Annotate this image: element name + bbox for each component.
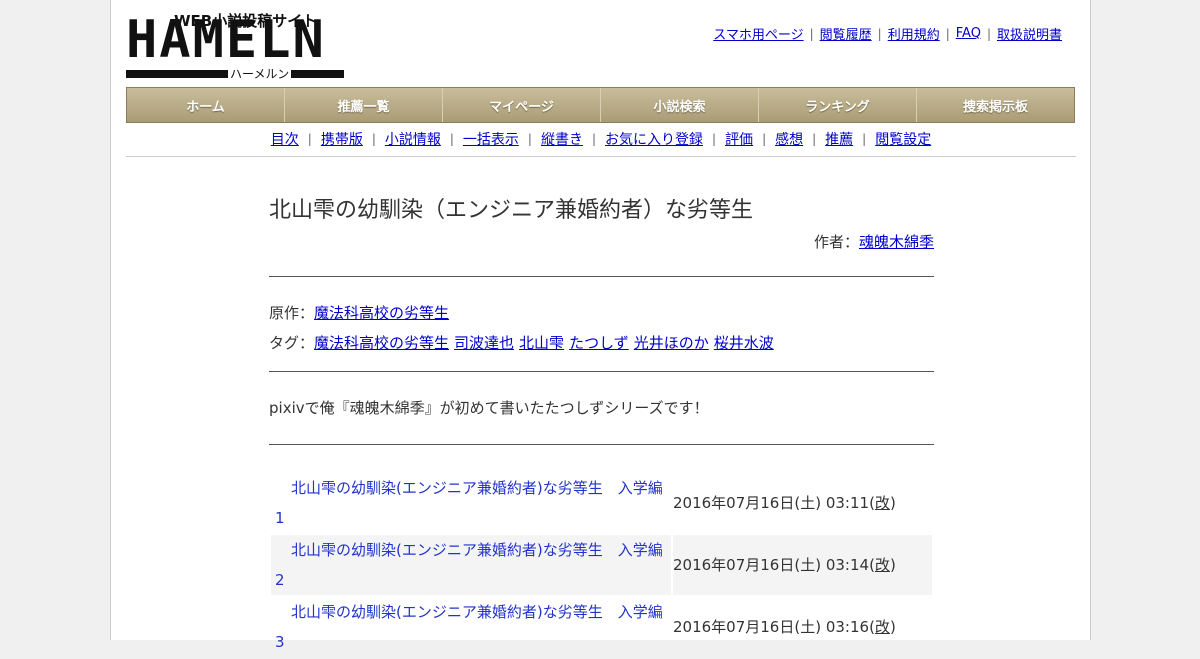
- subnav-vertical[interactable]: 縦書き: [541, 129, 583, 149]
- original-row: 原作：魔法科高校の劣等生: [269, 298, 934, 328]
- separator: |: [449, 132, 454, 146]
- terms-link[interactable]: 利用規約: [888, 24, 940, 43]
- menu-ranking[interactable]: ランキング: [759, 88, 917, 122]
- separator: |: [527, 132, 532, 146]
- episode-date: 2016年07月16日(土) 03:16: [673, 618, 870, 636]
- author-label: 作者：: [813, 233, 859, 251]
- episode-title-cell: 北山雫の幼馴染(エンジニア兼婚約者)な劣等生 入学編1: [271, 473, 671, 533]
- faq-link[interactable]: FAQ: [956, 26, 981, 41]
- separator: |: [877, 26, 882, 41]
- novel-meta: 原作：魔法科高校の劣等生 タグ：魔法科高校の劣等生 司波達也 北山雫 たつしず 光井ほの…: [269, 277, 934, 371]
- episode-date: 2016年07月16日(土) 03:11: [673, 494, 870, 512]
- episode-title-cell: 北山雫の幼馴染(エンジニア兼婚約者)な劣等生 入学編3: [271, 597, 671, 657]
- subnav-view-settings[interactable]: 閲覧設定: [875, 129, 931, 149]
- novel-subnav: 目次 | 携帯版 | 小説情報 | 一括表示 | 縦書き | お気に入り登録 |…: [126, 130, 1076, 148]
- subnav-novel-info[interactable]: 小説情報: [385, 129, 441, 149]
- separator: |: [712, 132, 717, 146]
- subnav-toc[interactable]: 目次: [271, 129, 299, 149]
- subnav-rating[interactable]: 評価: [725, 129, 753, 149]
- subnav-reviews[interactable]: 感想: [775, 129, 803, 149]
- revision-link[interactable]: 改: [875, 494, 890, 512]
- subnav-mobile[interactable]: 携帯版: [321, 129, 363, 149]
- novel-title: 北山雫の幼馴染（エンジニア兼婚約者）な劣等生: [269, 198, 754, 223]
- separator: |: [307, 132, 312, 146]
- menu-recommendations[interactable]: 推薦一覧: [285, 88, 443, 122]
- table-row: 北山雫の幼馴染(エンジニア兼婚約者)な劣等生 入学編1 2016年07月16日(…: [271, 473, 932, 533]
- site-logo[interactable]: WEB小説投稿サイト HAMELN ハーメルン: [126, 10, 348, 82]
- episode-date-cell: 2016年07月16日(土) 03:16(改): [673, 618, 896, 636]
- episode-link[interactable]: 北山雫の幼馴染(エンジニア兼婚約者)な劣等生 入学編2: [275, 541, 663, 589]
- subnav-favorite[interactable]: お気に入り登録: [605, 129, 703, 149]
- author-link[interactable]: 魂魄木綿季: [859, 233, 934, 251]
- separator: |: [371, 132, 376, 146]
- main-menu: ホーム 推薦一覧 マイページ 小説検索 ランキング 捜索掲示板: [126, 87, 1075, 123]
- logo-wordmark: HAMELN: [126, 10, 326, 70]
- episode-date: 2016年07月16日(土) 03:14: [673, 556, 870, 574]
- menu-novel-search[interactable]: 小説検索: [601, 88, 759, 122]
- episode-table: 北山雫の幼馴染(エンジニア兼婚約者)な劣等生 入学編1 2016年07月16日(…: [269, 471, 934, 659]
- divider: [126, 156, 1076, 157]
- separator: |: [809, 26, 814, 41]
- tag-link[interactable]: 桜井水波: [714, 334, 774, 352]
- tags-row: タグ：魔法科高校の劣等生 司波達也 北山雫 たつしず 光井ほのか 桜井水波: [269, 328, 934, 358]
- manual-link[interactable]: 取扱説明書: [997, 24, 1062, 43]
- episode-date-cell: 2016年07月16日(土) 03:11(改): [673, 494, 896, 512]
- separator: |: [591, 132, 597, 146]
- logo-kana: ハーメルン: [228, 65, 292, 82]
- separator: |: [986, 26, 991, 41]
- menu-home[interactable]: ホーム: [127, 88, 285, 122]
- table-row: 北山雫の幼馴染(エンジニア兼婚約者)な劣等生 入学編3 2016年07月16日(…: [271, 597, 932, 657]
- tags-label: タグ：: [269, 334, 315, 352]
- page-container: WEB小説投稿サイト HAMELN ハーメルン スマホ用ページ | 閲覧履歴 |…: [110, 0, 1091, 651]
- episode-date-cell: 2016年07月16日(土) 03:14(改): [673, 535, 932, 595]
- separator: |: [762, 132, 767, 146]
- separator: |: [945, 26, 950, 41]
- revision-link[interactable]: 改: [875, 618, 890, 636]
- episode-link[interactable]: 北山雫の幼馴染(エンジニア兼婚約者)な劣等生 入学編1: [275, 479, 663, 527]
- original-link[interactable]: 魔法科高校の劣等生: [314, 304, 449, 322]
- menu-mypage[interactable]: マイページ: [443, 88, 601, 122]
- novel-summary: pixivで俺『魂魄木綿季』が初めて書いたたつしずシリーズです！: [269, 399, 709, 417]
- header-links: スマホ用ページ | 閲覧履歴 | 利用規約 | FAQ | 取扱説明書: [713, 24, 1062, 43]
- novel-main: 北山雫の幼馴染（エンジニア兼婚約者）な劣等生 作者：魂魄木綿季 原作：魔法科高校…: [269, 190, 934, 659]
- original-label: 原作：: [269, 304, 315, 322]
- subnav-recommend[interactable]: 推薦: [825, 129, 853, 149]
- tag-link[interactable]: たつしず: [569, 334, 629, 352]
- episode-title-cell: 北山雫の幼馴染(エンジニア兼婚約者)な劣等生 入学編2: [271, 535, 671, 595]
- tag-link[interactable]: 光井ほのか: [634, 334, 709, 352]
- episode-link[interactable]: 北山雫の幼馴染(エンジニア兼婚約者)な劣等生 入学編3: [275, 603, 663, 651]
- subnav-show-all[interactable]: 一括表示: [463, 129, 519, 149]
- revision-link[interactable]: 改: [875, 556, 890, 574]
- tag-link[interactable]: 司波達也: [454, 334, 514, 352]
- history-link[interactable]: 閲覧履歴: [820, 24, 872, 43]
- smartphone-page-link[interactable]: スマホ用ページ: [713, 24, 803, 43]
- tag-link[interactable]: 北山雫: [519, 334, 564, 352]
- separator: |: [862, 132, 867, 146]
- separator: |: [812, 132, 817, 146]
- table-row: 北山雫の幼馴染(エンジニア兼婚約者)な劣等生 入学編2 2016年07月16日(…: [271, 535, 932, 595]
- menu-search-board[interactable]: 捜索掲示板: [917, 88, 1074, 122]
- author-row: 作者：魂魄木綿季: [269, 232, 934, 252]
- tag-link[interactable]: 魔法科高校の劣等生: [314, 334, 449, 352]
- divider: [269, 444, 934, 445]
